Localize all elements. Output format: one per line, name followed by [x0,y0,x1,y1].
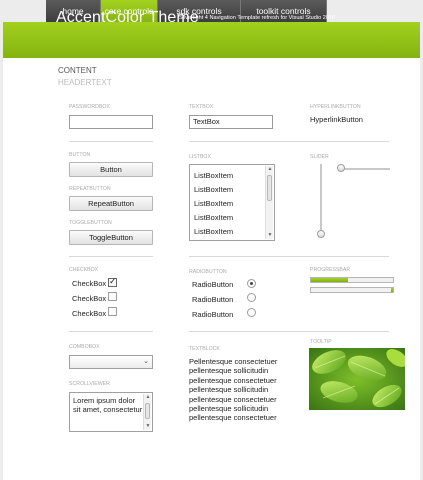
progressbar-label: PROGRESSBAR [310,267,351,273]
checkbox-label: CHECKBOX [69,267,99,273]
togglebutton-label: TOGGLEBUTTON [69,220,112,226]
page-header-text: HEADERTEXT [58,78,112,87]
list-item[interactable]: ListBoxItem [194,213,233,222]
scroll-down-icon[interactable]: ▼ [144,423,152,430]
separator [69,256,153,257]
textbox-label: TEXTBOX [189,104,214,110]
passwordbox-label: PASSWORDBOX [69,104,110,110]
progress-fill [390,288,393,292]
scrollbar-thumb[interactable] [267,175,272,201]
chevron-down-icon: ⌄ [143,358,149,365]
radiobutton-label: RADIOBUTTON [189,269,227,275]
leaf-photo [309,348,405,410]
tooltip-leaf-image[interactable] [309,348,405,410]
textblock: Pellentesque consectetuer pellentesque s… [189,357,278,423]
checkbox-text: CheckBox [72,309,107,318]
checkbox-1[interactable]: ✓ [108,276,117,287]
listbox-scrollbar[interactable]: ▲ ▼ [265,166,273,239]
scrollviewer-text: Lorem ipsum dolor sit amet, consectetur [73,396,143,415]
scroll-up-icon[interactable]: ▲ [266,166,274,173]
radio-3[interactable] [247,308,256,317]
scrollviewer[interactable]: Lorem ipsum dolor sit amet, consectetur … [69,392,153,432]
checkbox-3[interactable] [108,307,117,316]
combobox[interactable]: ⌄ [69,355,153,369]
radio-text: RadioButton [192,295,234,304]
progress-bar-1 [310,277,394,283]
separator [189,256,389,257]
radio-2[interactable] [247,293,256,302]
separator [189,331,389,332]
listbox-label: LISTBOX [189,154,211,160]
textbox-field[interactable]: TextBox [189,115,273,129]
page-title: CONTENT [58,66,97,75]
vertical-slider-thumb[interactable] [317,230,325,238]
hyperlinkbutton-label: HYPERLINKBUTTON [310,104,361,110]
repeat-button[interactable]: RepeatButton [69,196,153,211]
radio-text: RadioButton [192,280,234,289]
hyperlink-button[interactable]: HyperlinkButton [310,115,363,124]
header-band [3,22,420,58]
scroll-down-icon[interactable]: ▼ [266,232,274,239]
progress-bar-2 [310,287,394,293]
horizontal-slider-thumb[interactable] [337,164,345,172]
checkmark-icon: ✓ [109,276,117,286]
sample-button[interactable]: Button [69,162,153,177]
textblock-label: TEXTBLOCK [189,346,220,352]
list-item[interactable]: ListBoxItem [194,227,233,236]
list-item[interactable]: ListBoxItem [194,185,233,194]
checkbox-2[interactable] [108,292,117,301]
vertical-slider-track[interactable] [320,164,322,236]
button-label: BUTTON [69,152,91,158]
radio-1[interactable] [247,279,256,288]
scrollviewer-label: SCROLLVIEWER [69,381,110,387]
separator [69,141,153,142]
scrollviewer-scrollbar[interactable]: ▲ ▼ [143,394,151,430]
list-item[interactable]: ListBoxItem [194,171,233,180]
separator [69,331,153,332]
scroll-up-icon[interactable]: ▲ [144,394,152,401]
repeatbutton-label: REPEATBUTTON [69,186,111,192]
radio-text: RadioButton [192,310,234,319]
radio-selected-dot [250,282,253,285]
toggle-button[interactable]: ToggleButton [69,230,153,245]
checkbox-text: CheckBox [72,294,107,303]
app-subtitle: Silverlight 4 Navigation Template refres… [179,15,336,21]
separator [189,141,389,142]
listbox[interactable]: ListBoxItem ListBoxItem ListBoxItem List… [189,164,275,241]
combobox-label: COMBOBOX [69,344,100,350]
list-item[interactable]: ListBoxItem [194,199,233,208]
horizontal-slider-track[interactable] [340,168,390,170]
checkbox-text: CheckBox [72,279,107,288]
password-field[interactable] [69,115,153,129]
slider-label: SLIDER [310,154,329,160]
progress-fill [311,278,348,282]
app-title: AccentColor Theme [56,9,199,26]
scrollbar-thumb[interactable] [145,403,150,419]
tooltip-label: TOOLTIP [310,339,332,345]
